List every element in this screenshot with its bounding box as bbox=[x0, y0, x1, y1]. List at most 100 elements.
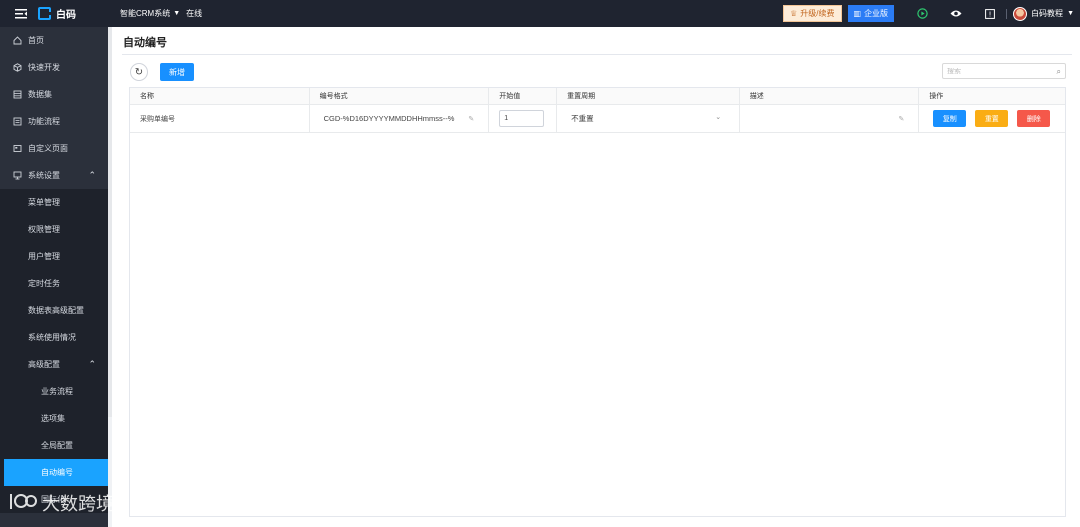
add-button[interactable]: 新增 bbox=[160, 63, 194, 81]
sidebar-item-settings[interactable]: 系统设置 ⌃ bbox=[0, 162, 108, 189]
database-icon bbox=[12, 90, 22, 100]
sidebar-item-menu-manage[interactable]: 菜单管理 bbox=[0, 189, 108, 216]
caret-down-icon: ▼ bbox=[1067, 10, 1074, 17]
sidebar-item-label: 自动编号 bbox=[41, 468, 73, 477]
edit-icon[interactable]: ✎ bbox=[468, 115, 474, 123]
menu-toggle-icon[interactable] bbox=[8, 0, 34, 27]
online-status: 在线 bbox=[186, 9, 203, 18]
sidebar-item-scheduled-tasks[interactable]: 定时任务 bbox=[0, 270, 108, 297]
user-menu[interactable]: 白码教程 ▼ bbox=[1013, 6, 1074, 21]
sidebar-item-users[interactable]: 用户管理 bbox=[0, 243, 108, 270]
sidebar-item-label: 全局配置 bbox=[41, 441, 73, 450]
sidebar-item-label: 权限管理 bbox=[28, 225, 60, 234]
page-icon bbox=[12, 144, 22, 154]
play-icon[interactable] bbox=[916, 8, 928, 20]
sidebar-item-label: 首页 bbox=[28, 36, 44, 45]
main-content: 自动编号 ↻ 新增 ⌕ 名称 编号格式 开始值 重置周期 描述 操作 采购单编号… bbox=[112, 27, 1080, 527]
settings-submenu: 菜单管理 权限管理 用户管理 定时任务 数据表高级配置 系统使用情况 高级配置 … bbox=[0, 189, 108, 513]
sidebar-item-label: 高级配置 bbox=[28, 360, 60, 369]
refresh-icon: ↻ bbox=[134, 66, 144, 78]
sidebar-item-label: 数据表高级配置 bbox=[28, 306, 84, 315]
building-icon: ▥ bbox=[853, 9, 862, 18]
caret-down-icon: ▼ bbox=[173, 10, 181, 17]
chevron-up-icon: ⌃ bbox=[88, 359, 96, 369]
sidebar-item-label: 自定义页面 bbox=[28, 144, 68, 153]
page-title: 自动编号 bbox=[123, 37, 167, 49]
cell-reset: 不重置 ⌄ bbox=[557, 105, 740, 132]
column-header-format: 编号格式 bbox=[310, 88, 490, 104]
copy-button[interactable]: 复制 bbox=[933, 110, 967, 127]
sidebar-item-auto-number[interactable]: 自动编号 bbox=[4, 459, 108, 486]
column-header-start: 开始值 bbox=[489, 88, 558, 104]
reset-period-select[interactable]: 不重置 ⌄ bbox=[567, 110, 725, 127]
sidebar-item-permission[interactable]: 权限管理 bbox=[0, 216, 108, 243]
sidebar-item-option-set[interactable]: 选项集 bbox=[0, 405, 108, 432]
sidebar-item-label: 系统使用情况 bbox=[28, 333, 76, 342]
cell-description[interactable]: ✎ bbox=[740, 105, 920, 132]
cell-start: 1 bbox=[489, 105, 558, 132]
sidebar-item-table-advanced[interactable]: 数据表高级配置 bbox=[0, 297, 108, 324]
column-header-description: 描述 bbox=[740, 88, 920, 104]
chevron-up-icon: ⌃ bbox=[88, 170, 96, 180]
help-icon[interactable]: ! bbox=[984, 8, 996, 20]
sidebar-item-label: 功能流程 bbox=[28, 117, 60, 126]
reset-button[interactable]: 重置 bbox=[975, 110, 1009, 127]
sidebar-item-label: 定时任务 bbox=[28, 279, 60, 288]
auto-number-table: 名称 编号格式 开始值 重置周期 描述 操作 采购单编号 CGD-%D16DYY… bbox=[129, 87, 1066, 517]
column-header-reset: 重置周期 bbox=[557, 88, 740, 104]
sidebar-item-home[interactable]: 首页 bbox=[0, 27, 108, 54]
sidebar-item-label: 数据集 bbox=[28, 90, 52, 99]
home-icon bbox=[12, 36, 22, 46]
chevron-down-icon: ⌄ bbox=[715, 114, 722, 121]
sidebar: 首页 快速开发 数据集 功能流程 自定义页面 系统设置 ⌃ 菜单管理 权限管理 … bbox=[0, 27, 108, 527]
watermark: 大数跨境 bbox=[8, 490, 114, 516]
sidebar-item-workflow[interactable]: 功能流程 bbox=[0, 108, 108, 135]
logo-icon bbox=[38, 7, 51, 20]
logo-text: 白码 bbox=[56, 10, 76, 21]
sidebar-item-label: 系统设置 bbox=[28, 171, 60, 180]
upgrade-button[interactable]: ♕ 升级/续费 bbox=[783, 5, 842, 22]
avatar bbox=[1013, 6, 1028, 21]
delete-button[interactable]: 删除 bbox=[1017, 110, 1051, 127]
sidebar-item-label: 快速开发 bbox=[28, 63, 60, 72]
flow-icon bbox=[12, 117, 22, 127]
top-bar: 白码 智能CRM系统 ▼ 在线 ♕ 升级/续费 ▥ 企业版 ! 白码教程 ▼ bbox=[0, 0, 1080, 27]
sidebar-item-quick-dev[interactable]: 快速开发 bbox=[0, 54, 108, 81]
sidebar-item-custom-page[interactable]: 自定义页面 bbox=[0, 135, 108, 162]
search-input[interactable] bbox=[947, 67, 1052, 75]
edit-icon[interactable]: ✎ bbox=[898, 115, 904, 123]
user-name: 白码教程 bbox=[1031, 9, 1064, 18]
enterprise-button[interactable]: ▥ 企业版 bbox=[847, 5, 895, 22]
enterprise-label: 企业版 bbox=[864, 9, 889, 18]
system-selector[interactable]: 智能CRM系统 ▼ bbox=[120, 8, 180, 19]
search-icon[interactable]: ⌕ bbox=[1057, 67, 1061, 77]
app-logo[interactable]: 白码 bbox=[38, 6, 76, 21]
sidebar-item-global-config[interactable]: 全局配置 bbox=[0, 432, 108, 459]
monitor-icon bbox=[12, 171, 22, 181]
eye-icon[interactable] bbox=[950, 8, 962, 20]
sidebar-item-label: 用户管理 bbox=[28, 252, 60, 261]
sidebar-item-business-flow[interactable]: 业务流程 bbox=[0, 378, 108, 405]
column-header-name: 名称 bbox=[130, 88, 310, 104]
cube-icon bbox=[12, 63, 22, 73]
watermark-text: 大数跨境 bbox=[42, 494, 114, 514]
svg-text:!: ! bbox=[989, 10, 992, 18]
cell-format[interactable]: CGD-%D16DYYYYMMDDHHmmss--% ✎ bbox=[310, 105, 490, 132]
reset-period-value: 不重置 bbox=[571, 114, 594, 123]
sidebar-item-label: 选项集 bbox=[41, 414, 65, 423]
table-row: 采购单编号 CGD-%D16DYYYYMMDDHHmmss--% ✎ 1 不重置… bbox=[130, 105, 1065, 133]
upgrade-label: 升级/续费 bbox=[800, 9, 835, 18]
sidebar-item-usage[interactable]: 系统使用情况 bbox=[0, 324, 108, 351]
sidebar-item-advanced[interactable]: 高级配置 ⌃ bbox=[0, 351, 108, 378]
column-header-actions: 操作 bbox=[929, 93, 944, 100]
system-name: 智能CRM系统 bbox=[120, 9, 171, 18]
start-value-input[interactable]: 1 bbox=[499, 110, 545, 127]
sidebar-item-dataset[interactable]: 数据集 bbox=[0, 81, 108, 108]
cell-actions: 复制 重置 删除 bbox=[919, 105, 1065, 132]
refresh-button[interactable]: ↻ bbox=[130, 63, 148, 81]
search-box[interactable]: ⌕ bbox=[942, 63, 1066, 79]
divider bbox=[1006, 8, 1008, 19]
table-header: 名称 编号格式 开始值 重置周期 描述 操作 bbox=[130, 88, 1065, 105]
sidebar-item-label: 业务流程 bbox=[41, 387, 73, 396]
watermark-logo bbox=[8, 491, 38, 516]
